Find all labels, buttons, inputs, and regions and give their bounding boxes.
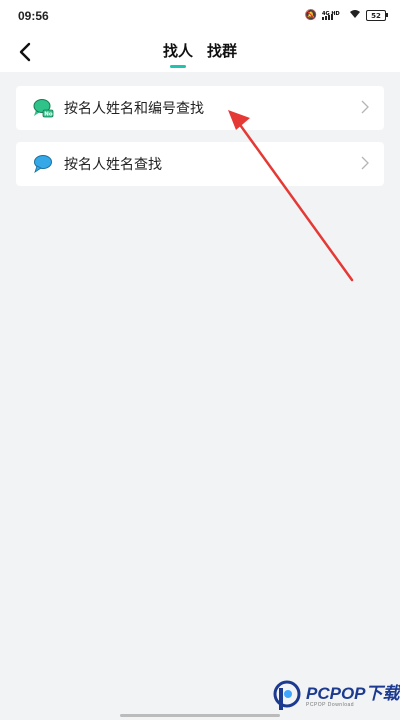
- watermark-text: PCPOP下载: [306, 683, 400, 703]
- status-icons: 🔕 4G HD 52: [304, 9, 388, 22]
- tab-find-people[interactable]: 找人: [163, 32, 193, 72]
- active-tab-indicator: [169, 65, 186, 68]
- chevron-right-icon: [361, 156, 369, 170]
- option-label: 按名人姓名查找: [64, 157, 162, 173]
- wifi-icon: [349, 9, 361, 22]
- option-label: 按名人姓名和编号查找: [64, 101, 204, 117]
- search-by-name-option[interactable]: 按名人姓名查找: [16, 142, 384, 186]
- chat-bubble-search-icon: [34, 155, 52, 173]
- tab-find-people-label: 找人: [162, 42, 193, 60]
- mute-icon: 🔕: [304, 10, 317, 21]
- battery-level: 52: [371, 11, 381, 20]
- tab-bar: 找人 找群: [0, 32, 400, 72]
- signal-icon: 4G HD: [322, 10, 344, 22]
- battery-icon: 52: [366, 10, 388, 21]
- home-indicator[interactable]: [120, 714, 280, 717]
- status-time: 09:56: [18, 9, 49, 23]
- svg-text:4G HD: 4G HD: [322, 11, 340, 17]
- pcpop-logo-icon: [273, 680, 301, 710]
- svg-text:No: No: [44, 112, 53, 118]
- tab-find-groups-label: 找群: [207, 42, 238, 60]
- search-by-name-and-number-option[interactable]: No 按名人姓名和编号查找: [16, 86, 384, 130]
- watermark: PCPOP下载 PCPOP Download: [272, 680, 400, 712]
- status-bar: 09:56 🔕 4G HD 52: [0, 0, 400, 32]
- top-nav-bar: 找人 找群: [0, 32, 400, 72]
- chat-bubble-number-icon: No: [33, 99, 54, 118]
- chevron-right-icon: [361, 100, 369, 114]
- tab-find-groups[interactable]: 找群: [207, 32, 237, 72]
